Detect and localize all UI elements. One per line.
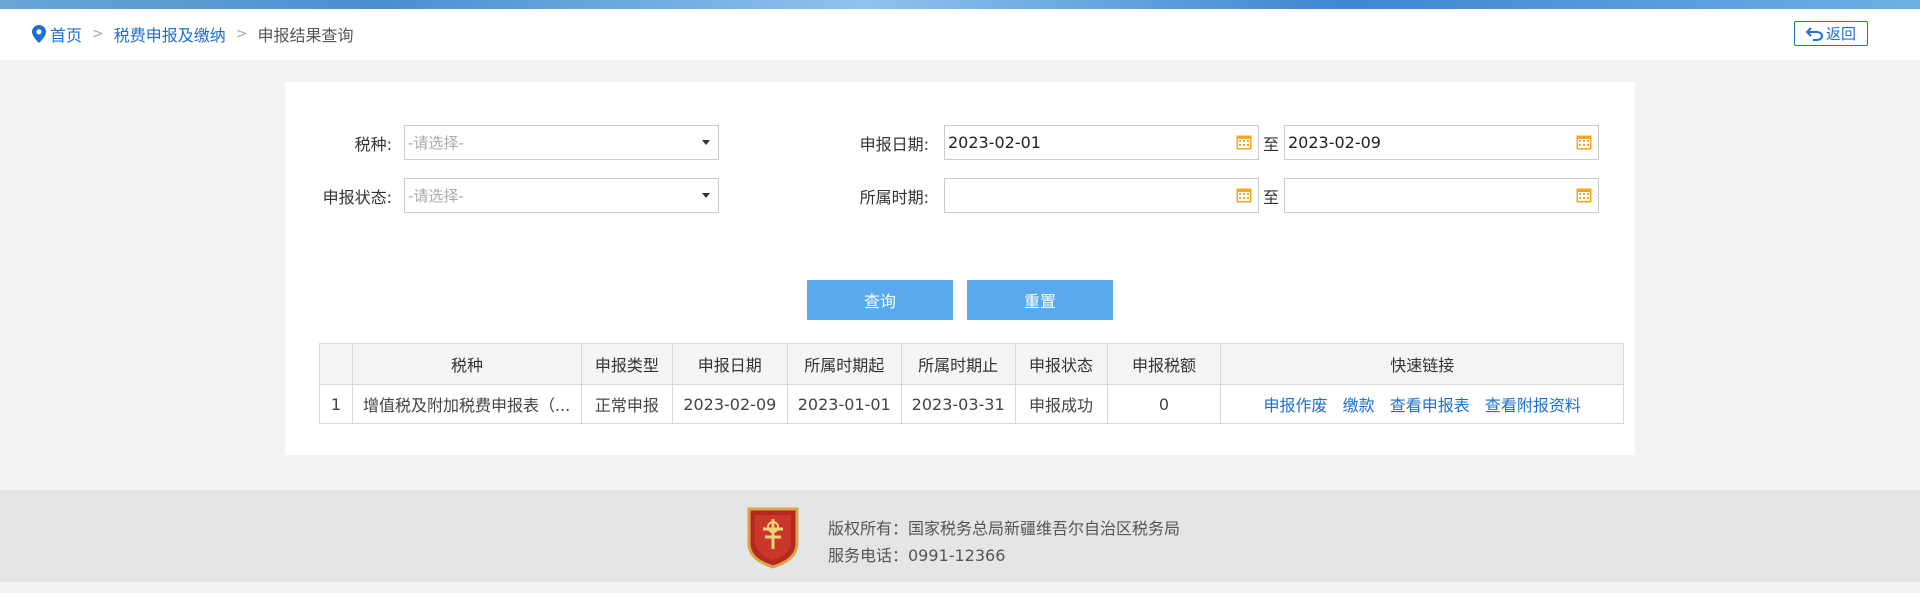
- declaration-date-label: 申报日期:: [859, 135, 929, 154]
- back-button-label: 返回: [1825, 25, 1856, 43]
- cell-quick-links: 申报作废 缴款 查看申报表 查看附报资料: [1220, 384, 1624, 424]
- period-range-to-label: 至: [1263, 188, 1280, 207]
- column-header: 申报类型: [580, 343, 673, 385]
- column-header: 快速链接: [1220, 343, 1624, 385]
- column-header: 所属时期止: [900, 343, 1016, 385]
- footer-copyright: 版权所有：国家税务总局新疆维吾尔自治区税务局: [828, 519, 1181, 538]
- tax-type-label: 税种:: [354, 135, 392, 154]
- breadcrumb-tax-declaration-link[interactable]: 税费申报及缴纳: [114, 22, 226, 46]
- breadcrumb-separator: >: [92, 26, 104, 42]
- declaration-status-placeholder: -请选择-: [408, 187, 464, 205]
- payment-link[interactable]: 缴款: [1343, 396, 1375, 415]
- period-to-input[interactable]: [1284, 178, 1599, 213]
- calendar-icon[interactable]: [1576, 134, 1592, 150]
- view-attachments-link[interactable]: 查看附报资料: [1485, 396, 1581, 415]
- back-button[interactable]: 返回: [1794, 21, 1868, 46]
- cell-period-start: 2023-01-01: [786, 384, 902, 424]
- chevron-down-icon: [702, 193, 710, 198]
- tax-type-placeholder: -请选择-: [408, 134, 464, 152]
- cell-tax-type: 增值税及附加税费申报表（...: [351, 384, 582, 424]
- table-row: 1 增值税及附加税费申报表（... 正常申报 2023-02-09 2023-0…: [319, 384, 1624, 424]
- calendar-icon[interactable]: [1576, 187, 1592, 203]
- reset-button[interactable]: 重置: [967, 280, 1113, 320]
- column-header: 申报税额: [1106, 343, 1222, 385]
- footer-bottom-strip: [0, 582, 1920, 593]
- table-header-row: 税种 申报类型 申报日期 所属时期起 所属时期止 申报状态 申报税额 快速链接: [319, 343, 1624, 385]
- date-range-to-label: 至: [1263, 135, 1280, 154]
- view-declaration-form-link[interactable]: 查看申报表: [1390, 396, 1470, 415]
- period-label: 所属时期:: [859, 188, 929, 207]
- top-header: 首页 > 税费申报及缴纳 > 申报结果查询 返回: [0, 0, 1920, 60]
- query-button[interactable]: 查询: [807, 280, 953, 320]
- declaration-date-to-value: 2023-02-09: [1288, 133, 1381, 152]
- declaration-date-from-input[interactable]: 2023-02-01: [944, 125, 1259, 160]
- declaration-date-from-value: 2023-02-01: [948, 133, 1041, 152]
- column-header: 所属时期起: [786, 343, 902, 385]
- header-banner-strip: [0, 0, 1920, 9]
- results-table: 税种 申报类型 申报日期 所属时期起 所属时期止 申报状态 申报税额 快速链接 …: [319, 343, 1624, 424]
- breadcrumb-home-link[interactable]: 首页: [50, 22, 82, 46]
- column-header: 申报日期: [671, 343, 788, 385]
- breadcrumb: 首页 > 税费申报及缴纳 > 申报结果查询: [32, 22, 354, 46]
- row-index: 1: [319, 384, 353, 424]
- cell-amount: 0: [1106, 384, 1222, 424]
- tax-bureau-emblem-icon: [747, 507, 799, 569]
- cell-declaration-date: 2023-02-09: [671, 384, 788, 424]
- column-header: [319, 343, 353, 385]
- breadcrumb-separator: >: [235, 26, 248, 42]
- return-arrow-icon: [1805, 26, 1823, 41]
- footer-service-phone: 服务电话：0991-12366: [828, 546, 1006, 565]
- cell-declaration-type: 正常申报: [580, 384, 673, 424]
- declaration-status-select[interactable]: -请选择-: [404, 178, 719, 213]
- period-from-input[interactable]: [944, 178, 1259, 213]
- cell-status: 申报成功: [1014, 384, 1108, 424]
- column-header: 申报状态: [1014, 343, 1108, 385]
- chevron-down-icon: [702, 140, 710, 145]
- cell-period-end: 2023-03-31: [900, 384, 1016, 424]
- calendar-icon[interactable]: [1236, 134, 1252, 150]
- location-pin-icon: [32, 25, 46, 43]
- declaration-date-to-input[interactable]: 2023-02-09: [1284, 125, 1599, 160]
- calendar-icon[interactable]: [1236, 187, 1252, 203]
- void-declaration-link[interactable]: 申报作废: [1264, 396, 1328, 415]
- tax-type-select[interactable]: -请选择-: [404, 125, 719, 160]
- declaration-status-label: 申报状态:: [322, 188, 392, 207]
- breadcrumb-current: 申报结果查询: [257, 26, 354, 45]
- column-header: 税种: [351, 343, 582, 385]
